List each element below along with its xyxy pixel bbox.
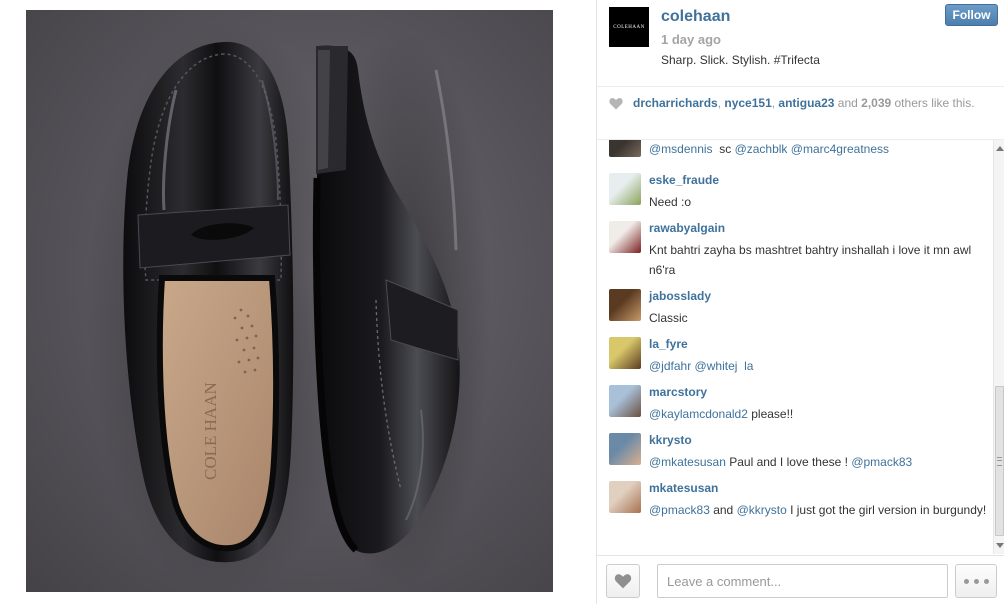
heart-icon xyxy=(614,574,632,589)
grip-icon xyxy=(997,457,1002,466)
like-button[interactable] xyxy=(606,564,640,598)
comment-text: Classic xyxy=(649,308,989,328)
comment-avatar[interactable] xyxy=(609,433,641,465)
comment-text-part: and xyxy=(709,503,737,517)
mention-link[interactable]: @pmack83 xyxy=(649,503,710,517)
insole-logo: COLE HAAN xyxy=(201,382,220,480)
post-footer xyxy=(597,555,1004,605)
comment-avatar[interactable] xyxy=(609,481,641,513)
brand-avatar-text: COLEHAAN xyxy=(613,24,645,30)
likes-section: drcharrichards, nyce151, antigua23 and 2… xyxy=(597,87,1004,140)
comment-text: @msdennis sc @zachblk @marc4greatness xyxy=(649,140,989,159)
photo-pane: COLE HAAN xyxy=(0,0,596,604)
comment-text-part: sc xyxy=(712,142,735,156)
post-header: COLEHAAN colehaan 1 day ago Sharp. Slick… xyxy=(597,0,1004,87)
mention-link[interactable]: @marc4greatness xyxy=(791,142,889,156)
comment-text-part: Paul and I love these ! xyxy=(725,455,852,469)
scroll-up-arrow-icon[interactable] xyxy=(996,146,1004,151)
comment-username[interactable]: jabosslady xyxy=(649,289,711,303)
comments-list: @msdennis sc @zachblk @marc4greatness esk… xyxy=(597,140,993,554)
comment-text-part: Classic xyxy=(649,311,688,325)
dot-icon xyxy=(983,578,989,584)
dot-icon xyxy=(963,578,969,584)
comment-avatar[interactable] xyxy=(609,140,641,157)
mention-link[interactable]: @pmack83 xyxy=(851,455,912,469)
comment-text: Knt bahtri zayha bs mashtret bahtry insh… xyxy=(649,240,989,280)
comment-avatar[interactable] xyxy=(609,289,641,321)
likes-count[interactable]: 2,039 xyxy=(861,96,891,110)
dot-icon xyxy=(973,578,979,584)
comment-text: @pmack83 and @kkrysto I just got the gir… xyxy=(649,500,989,520)
comment-text: @mkatesusan Paul and I love these ! @pma… xyxy=(649,452,989,472)
liker-link[interactable]: nyce151 xyxy=(724,96,771,110)
left-loafer: COLE HAAN xyxy=(123,41,294,563)
likes-text: drcharrichards, nyce151, antigua23 and 2… xyxy=(633,95,995,111)
comment-username[interactable]: kkrysto xyxy=(649,433,692,447)
follow-button[interactable]: Follow xyxy=(945,4,998,26)
mention-link[interactable]: @mkatesusan xyxy=(649,455,726,469)
heart-icon xyxy=(609,98,623,110)
comment-input[interactable] xyxy=(657,564,948,598)
more-options-button[interactable] xyxy=(955,564,997,598)
comment-text-part: Knt bahtri zayha bs mashtret bahtry insh… xyxy=(649,243,975,277)
likes-and: and xyxy=(834,96,862,110)
comment-avatar[interactable] xyxy=(609,221,641,253)
comment-text: @kaylamcdonald2 please!! xyxy=(649,404,989,424)
comments-scrollbar[interactable] xyxy=(993,140,1004,554)
post-caption: Sharp. Slick. Stylish. #Trifecta xyxy=(661,53,820,67)
comment-username[interactable]: mkatesusan xyxy=(649,481,718,495)
comment-text: @jdfahr @whitej la xyxy=(649,356,989,376)
comment-username[interactable]: marcstory xyxy=(649,385,707,399)
liker-link[interactable]: drcharrichards xyxy=(633,96,718,110)
mention-link[interactable]: @whitej xyxy=(695,359,738,373)
post-timestamp: 1 day ago xyxy=(661,32,721,47)
comment-text: Need :o xyxy=(649,192,989,212)
scroll-down-arrow-icon[interactable] xyxy=(996,543,1004,548)
comment-username[interactable]: rawabyalgain xyxy=(649,221,725,235)
scrollbar-thumb[interactable] xyxy=(995,386,1004,536)
likes-others-text: others like this. xyxy=(891,96,975,110)
liker-link[interactable]: antigua23 xyxy=(778,96,834,110)
comment-avatar[interactable] xyxy=(609,337,641,369)
comment-text-part: Need :o xyxy=(649,195,692,209)
comment-text-part: I just got the girl version in burgundy! xyxy=(786,503,987,517)
mention-link[interactable]: la xyxy=(744,359,753,373)
comment-avatar[interactable] xyxy=(609,173,641,205)
comment-username[interactable]: la_fyre xyxy=(649,337,688,351)
comment-username[interactable]: eske_fraude xyxy=(649,173,719,187)
mention-link[interactable]: @jdfahr xyxy=(649,359,691,373)
comment-avatar[interactable] xyxy=(609,385,641,417)
loafers-illustration: COLE HAAN xyxy=(86,20,491,592)
post-detail-panel: COLEHAAN colehaan 1 day ago Sharp. Slick… xyxy=(596,0,1004,605)
mention-link[interactable]: @kaylamcdonald2 xyxy=(649,407,748,421)
mention-link[interactable]: @msdennis xyxy=(649,142,713,156)
post-username[interactable]: colehaan xyxy=(661,8,730,26)
mention-link[interactable]: @kkrysto xyxy=(737,503,787,517)
comment-text-part: please!! xyxy=(747,407,794,421)
post-photo: COLE HAAN xyxy=(26,10,553,592)
mention-link[interactable]: @zachblk xyxy=(735,142,788,156)
brand-avatar[interactable]: COLEHAAN xyxy=(609,7,649,47)
